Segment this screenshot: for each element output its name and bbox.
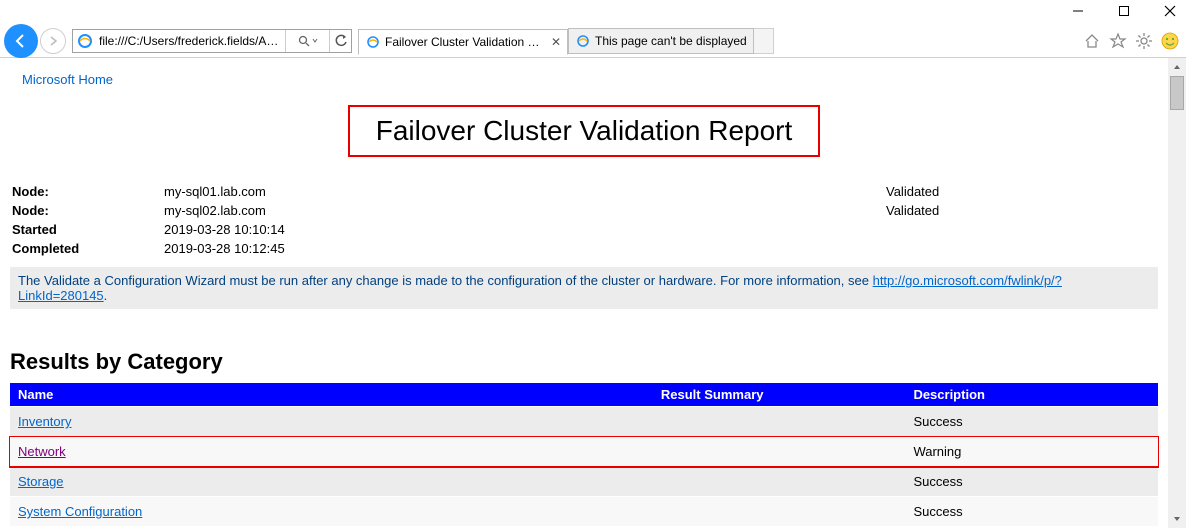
result-desc-cell: Warning bbox=[905, 437, 1158, 467]
scroll-down-button[interactable] bbox=[1168, 510, 1186, 528]
result-desc-cell: Success bbox=[905, 407, 1158, 437]
meta-status: Validated bbox=[886, 202, 1156, 219]
refresh-button[interactable] bbox=[329, 30, 351, 52]
table-row: Inventory Success bbox=[10, 407, 1158, 437]
meta-label: Completed bbox=[12, 240, 162, 257]
tab-title: This page can't be displayed bbox=[595, 34, 747, 48]
result-name-cell: System Configuration bbox=[10, 497, 653, 527]
ie-window: Failover Cluster Validation R... ✕ This … bbox=[0, 0, 1186, 528]
maximize-button[interactable] bbox=[1110, 0, 1138, 22]
address-input[interactable] bbox=[97, 31, 285, 51]
ie-icon bbox=[365, 34, 381, 50]
scroll-up-button[interactable] bbox=[1168, 58, 1186, 76]
meta-label: Node: bbox=[12, 183, 162, 200]
meta-label: Started bbox=[12, 221, 162, 238]
col-desc: Description bbox=[905, 383, 1158, 407]
tab-inactive[interactable]: This page can't be displayed bbox=[568, 28, 754, 54]
table-row: Network Warning bbox=[10, 437, 1158, 467]
meta-value: 2019-03-28 10:12:45 bbox=[164, 240, 884, 257]
report-title-box: Failover Cluster Validation Report bbox=[348, 105, 821, 157]
page-content: Microsoft Home Failover Cluster Validati… bbox=[0, 58, 1168, 528]
minimize-button[interactable] bbox=[1064, 0, 1092, 22]
meta-status: Validated bbox=[886, 183, 1156, 200]
vertical-scrollbar[interactable] bbox=[1168, 58, 1186, 528]
tools-icon[interactable] bbox=[1134, 31, 1154, 51]
meta-status bbox=[886, 240, 1156, 257]
result-summary-cell bbox=[653, 437, 906, 467]
address-bar bbox=[72, 29, 352, 53]
result-name-cell: Storage bbox=[10, 467, 653, 497]
table-row: Storage Success bbox=[10, 467, 1158, 497]
category-link[interactable]: Inventory bbox=[18, 414, 71, 429]
microsoft-home-link[interactable]: Microsoft Home bbox=[22, 72, 113, 87]
category-link[interactable]: Storage bbox=[18, 474, 64, 489]
notice-suffix: . bbox=[104, 288, 108, 303]
favorites-icon[interactable] bbox=[1108, 31, 1128, 51]
ie-icon bbox=[575, 33, 591, 49]
notice-text: The Validate a Configuration Wizard must… bbox=[18, 273, 873, 288]
meta-value: 2019-03-28 10:10:14 bbox=[164, 221, 884, 238]
meta-row: Started2019-03-28 10:10:14 bbox=[12, 221, 1156, 238]
tab-close-icon[interactable]: ✕ bbox=[551, 35, 561, 49]
browser-toolbar: Failover Cluster Validation R... ✕ This … bbox=[0, 24, 1186, 58]
result-name-cell: Inventory bbox=[10, 407, 653, 437]
result-desc-cell: Success bbox=[905, 497, 1158, 527]
home-icon[interactable] bbox=[1082, 31, 1102, 51]
nav-forward-button[interactable] bbox=[40, 28, 66, 54]
result-summary-cell bbox=[653, 407, 906, 437]
tab-active[interactable]: Failover Cluster Validation R... ✕ bbox=[358, 29, 568, 55]
scroll-thumb[interactable] bbox=[1170, 76, 1184, 110]
meta-status bbox=[886, 221, 1156, 238]
meta-table: Node:my-sql01.lab.comValidatedNode:my-sq… bbox=[10, 181, 1158, 259]
result-desc-cell: Success bbox=[905, 467, 1158, 497]
tab-title: Failover Cluster Validation R... bbox=[385, 35, 545, 49]
content-area: Microsoft Home Failover Cluster Validati… bbox=[0, 58, 1186, 528]
tab-strip: Failover Cluster Validation R... ✕ This … bbox=[358, 28, 774, 54]
results-heading: Results by Category bbox=[10, 349, 1158, 375]
report-title: Failover Cluster Validation Report bbox=[376, 115, 793, 146]
new-tab-button[interactable] bbox=[754, 28, 774, 54]
toolbar-right bbox=[1082, 31, 1186, 51]
result-summary-cell bbox=[653, 497, 906, 527]
result-name-cell: Network bbox=[10, 437, 653, 467]
meta-row: Node:my-sql02.lab.comValidated bbox=[12, 202, 1156, 219]
meta-value: my-sql01.lab.com bbox=[164, 183, 884, 200]
nav-back-button[interactable] bbox=[4, 24, 38, 58]
close-button[interactable] bbox=[1156, 0, 1184, 22]
meta-row: Node:my-sql01.lab.comValidated bbox=[12, 183, 1156, 200]
search-button[interactable] bbox=[285, 30, 329, 52]
category-link[interactable]: Network bbox=[18, 444, 66, 459]
window-titlebar bbox=[0, 0, 1186, 24]
ie-icon bbox=[75, 31, 95, 51]
col-name: Name bbox=[10, 383, 653, 407]
smiley-icon[interactable] bbox=[1160, 31, 1180, 51]
table-row: System Configuration Success bbox=[10, 497, 1158, 527]
category-link[interactable]: System Configuration bbox=[18, 504, 142, 519]
results-table: Name Result Summary Description Inventor… bbox=[10, 383, 1158, 526]
col-summary: Result Summary bbox=[653, 383, 906, 407]
meta-label: Node: bbox=[12, 202, 162, 219]
meta-value: my-sql02.lab.com bbox=[164, 202, 884, 219]
result-summary-cell bbox=[653, 467, 906, 497]
notice-banner: The Validate a Configuration Wizard must… bbox=[10, 267, 1158, 309]
meta-row: Completed2019-03-28 10:12:45 bbox=[12, 240, 1156, 257]
